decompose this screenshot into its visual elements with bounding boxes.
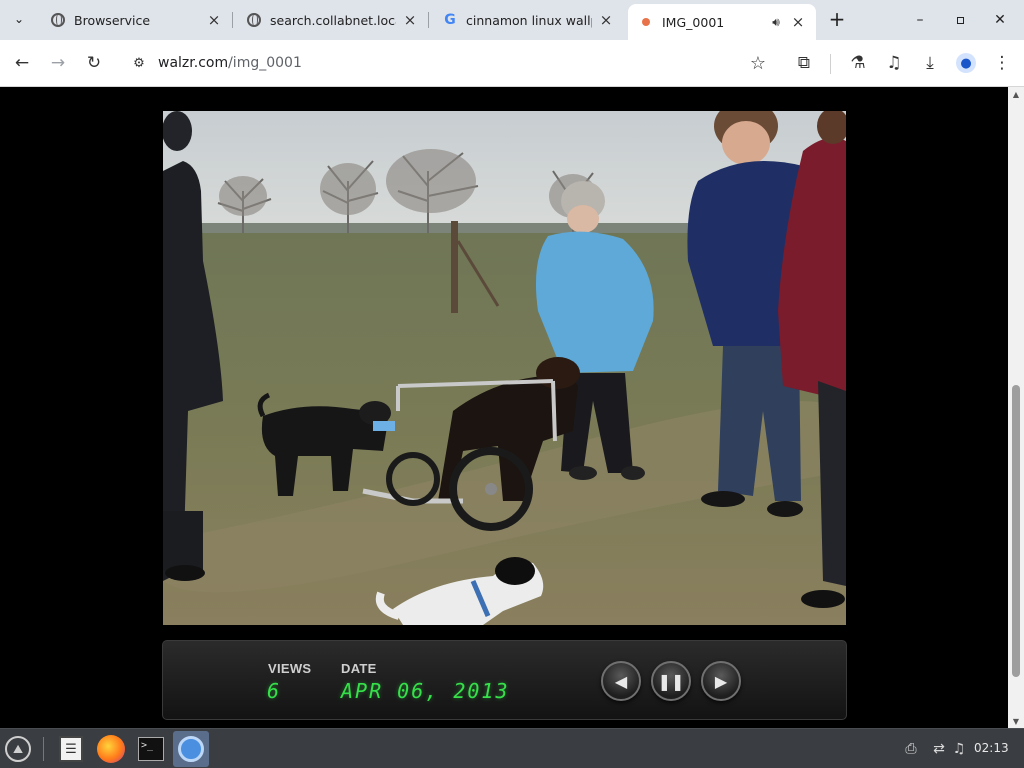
printer-icon[interactable]: ⎙: [902, 740, 920, 758]
terminal-icon[interactable]: >_: [135, 733, 167, 765]
labs-icon[interactable]: ⚗: [846, 51, 870, 75]
tab-title: search.collabnet.local: [270, 12, 396, 28]
speaker-icon[interactable]: 🔊︎: [768, 14, 784, 30]
views-label: VIEWS: [268, 661, 312, 676]
tab-img-0001[interactable]: IMG_0001 🔊︎ ×: [628, 4, 816, 40]
tab-browservice[interactable]: Browservice ×: [40, 4, 233, 36]
scrollbar-thumb[interactable]: [1012, 385, 1020, 677]
browser-toolbar: ← → ↻ ⚙ walzr.com/img_0001 ☆ ⧉ ⚗ ♫ ⤓ ● ⋮: [0, 40, 1024, 87]
reload-icon[interactable]: ↻: [82, 51, 106, 75]
pause-button[interactable]: ❚❚: [651, 661, 691, 701]
photo-info-bar: VIEWS 6 DATE APR 06, 2013 ◀ ❚❚ ▶: [162, 640, 847, 720]
minimize-icon[interactable]: –: [906, 8, 934, 32]
views-value: 6: [267, 679, 282, 703]
clock[interactable]: 02:13: [974, 741, 1009, 755]
photo: [163, 111, 846, 625]
taskbar: ⛰ ☰ >_ ⎙ ⇄ ♫ 02:13: [0, 728, 1024, 768]
tab-cinnamon-wallpaper[interactable]: G cinnamon linux wallp ×: [432, 4, 624, 36]
page-scrollbar[interactable]: ▲ ▼: [1008, 87, 1024, 728]
bookmark-star-icon[interactable]: ☆: [750, 53, 766, 74]
scroll-up-icon[interactable]: ▲: [1008, 87, 1024, 101]
site-info-icon[interactable]: ⚙: [130, 54, 148, 72]
page-content: VIEWS 6 DATE APR 06, 2013 ◀ ❚❚ ▶: [0, 87, 1008, 728]
extensions-icon[interactable]: ⧉: [792, 51, 816, 75]
forward-icon[interactable]: →: [46, 51, 70, 75]
tab-search-collabnet[interactable]: search.collabnet.local ×: [236, 4, 429, 36]
tab-title: IMG_0001: [662, 14, 725, 30]
tab-search-dropdown-icon[interactable]: ⌄: [6, 6, 32, 32]
close-tab-icon[interactable]: ×: [790, 13, 806, 31]
date-label: DATE: [341, 661, 377, 676]
next-icon: ▶: [714, 671, 728, 691]
back-icon[interactable]: ←: [10, 51, 34, 75]
recording-dot-icon: [638, 14, 654, 30]
tab-strip: ⌄ Browservice × search.collabnet.local ×…: [0, 0, 1024, 40]
profile-icon[interactable]: ●: [954, 51, 978, 75]
close-tab-icon[interactable]: ×: [206, 11, 222, 29]
pause-icon: ❚❚: [657, 671, 685, 691]
media-control-icon[interactable]: ♫: [882, 51, 906, 75]
start-menu-icon[interactable]: ⛰: [2, 733, 34, 765]
url-host: walzr.com: [158, 55, 229, 71]
download-icon[interactable]: ⤓: [918, 51, 942, 75]
close-window-icon[interactable]: ✕: [986, 8, 1014, 32]
google-icon: G: [444, 12, 456, 28]
tab-title: cinnamon linux wallp: [466, 12, 592, 28]
date-value: APR 06, 2013: [341, 679, 510, 703]
next-button[interactable]: ▶: [701, 661, 741, 701]
url-path: /img_0001: [228, 55, 302, 71]
tab-title: Browservice: [74, 12, 151, 28]
globe-icon: [246, 12, 262, 28]
previous-button[interactable]: ◀: [601, 661, 641, 701]
chromium-icon[interactable]: [173, 731, 209, 767]
previous-icon: ◀: [614, 671, 628, 691]
maximize-icon[interactable]: [946, 8, 974, 32]
menu-icon[interactable]: ⋮: [990, 51, 1014, 75]
file-manager-icon[interactable]: ☰: [55, 733, 87, 765]
network-icon[interactable]: ⇄: [930, 740, 948, 758]
close-tab-icon[interactable]: ×: [402, 11, 418, 29]
scroll-down-icon[interactable]: ▼: [1008, 714, 1024, 728]
firefox-icon[interactable]: [95, 733, 127, 765]
audio-icon[interactable]: ♫: [950, 740, 968, 758]
address-bar[interactable]: ⚙ walzr.com/img_0001 ☆: [120, 46, 776, 80]
close-tab-icon[interactable]: ×: [598, 11, 614, 29]
globe-icon: [50, 12, 66, 28]
new-tab-icon[interactable]: +: [824, 6, 850, 32]
